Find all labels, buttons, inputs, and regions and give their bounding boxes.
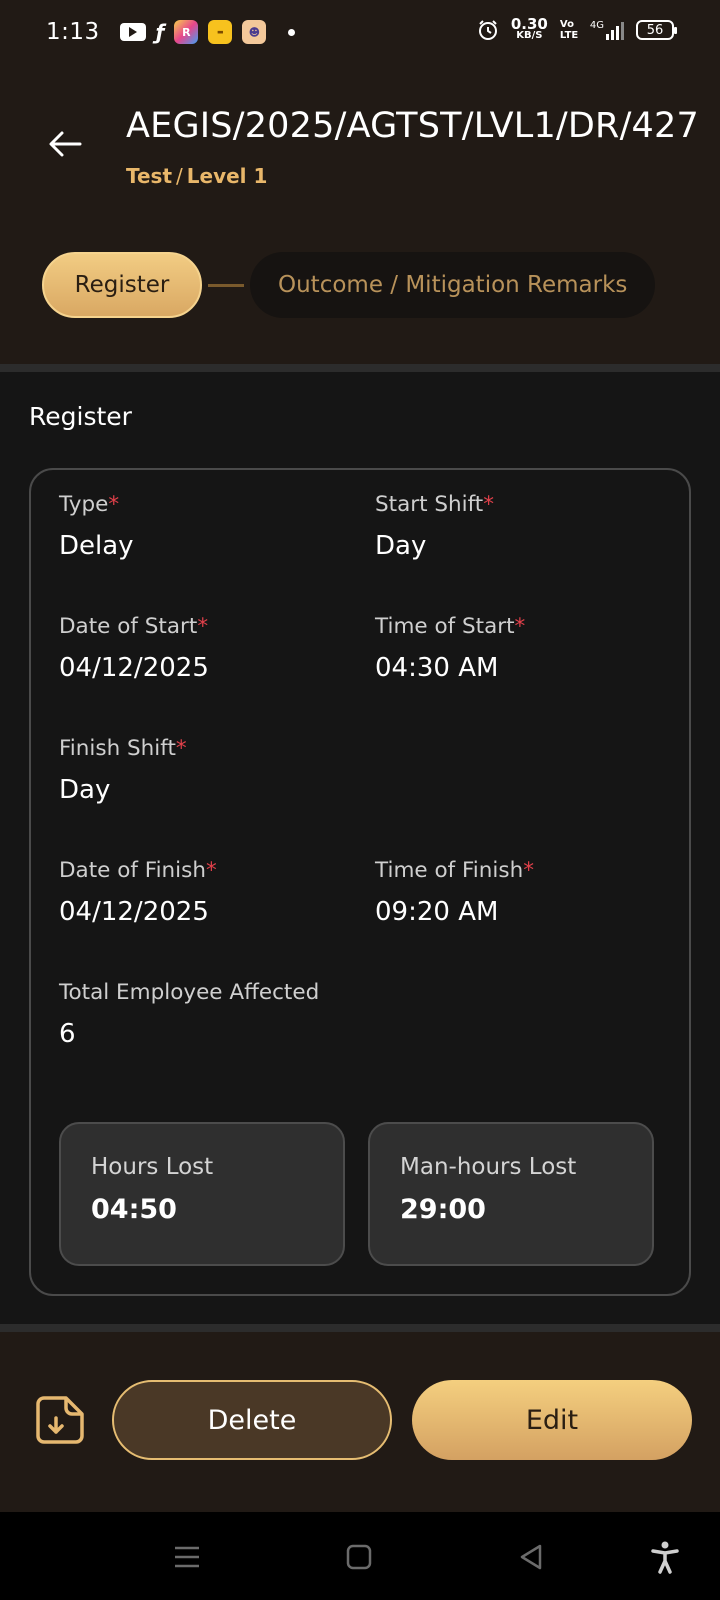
net-speed-unit: KB/S xyxy=(516,30,543,41)
network-type: 4G xyxy=(589,20,604,31)
tab-outcome-mitigation-remarks[interactable]: Outcome / Mitigation Remarks xyxy=(250,252,656,318)
back-arrow-icon[interactable] xyxy=(44,122,88,166)
tab-register[interactable]: Register xyxy=(42,252,202,318)
field-label: Date of Finish* xyxy=(59,858,217,883)
required-marker: * xyxy=(523,858,534,883)
date-of-start-label: Date of Start xyxy=(59,614,198,639)
status-time: 1:13 xyxy=(46,19,100,45)
field-time-of-start: Time of Start* 04:30 AM xyxy=(375,614,525,683)
required-marker: * xyxy=(108,492,120,517)
header-area: 1:13 ƒ R ▬ ☻ 0.30 KB/S Vo LTE 4G 56 AEGI… xyxy=(0,0,720,364)
field-start-shift: Start Shift* Day xyxy=(375,492,494,561)
required-marker: * xyxy=(197,614,209,639)
time-of-finish-label: Time of Finish xyxy=(375,858,524,883)
start-shift-label: Start Shift xyxy=(375,492,484,517)
time-of-finish-value: 09:20 AM xyxy=(375,897,499,927)
breadcrumb-separator: / xyxy=(176,164,183,188)
date-of-start-value: 04/12/2025 xyxy=(59,653,209,683)
status-bar: 1:13 ƒ R ▬ ☻ 0.30 KB/S Vo LTE 4G 56 xyxy=(0,0,720,64)
required-marker: * xyxy=(483,492,494,517)
home-icon[interactable] xyxy=(342,1540,376,1574)
page-title: AEGIS/2025/AGTST/LVL1/DR/427 xyxy=(126,106,699,146)
stepper-connector xyxy=(208,283,244,287)
app-r-icon: R xyxy=(174,20,199,44)
field-finish-shift: Finish Shift* Day xyxy=(59,736,187,805)
man-hours-lost-value: 29:00 xyxy=(400,1194,486,1225)
divider xyxy=(0,364,720,372)
field-type: Type* Delay xyxy=(59,492,134,561)
hours-lost-card: Hours Lost 04:50 xyxy=(59,1122,345,1266)
field-date-of-finish: Date of Finish* 04/12/2025 xyxy=(59,858,217,927)
start-shift-value: Day xyxy=(375,531,427,561)
system-nav-bar xyxy=(0,1512,720,1600)
breadcrumb-project: Test xyxy=(126,164,173,188)
stepper: Register Outcome / Mitigation Remarks xyxy=(42,252,656,318)
total-employee-affected-value: 6 xyxy=(59,1019,76,1049)
divider xyxy=(0,1324,720,1332)
field-label: Type* xyxy=(59,492,134,517)
flipkart-icon: ƒ xyxy=(155,20,165,44)
finish-shift-value: Day xyxy=(59,775,111,805)
type-value: Delay xyxy=(59,531,134,561)
date-of-finish-value: 04/12/2025 xyxy=(59,897,209,927)
alarm-icon xyxy=(478,20,497,40)
signal-icon: 4G xyxy=(590,20,624,40)
net-speed: 0.30 KB/S xyxy=(510,15,548,42)
accessibility-icon[interactable] xyxy=(648,1540,682,1574)
required-marker: * xyxy=(175,736,187,761)
time-of-start-label: Time of Start xyxy=(375,614,515,639)
net-speed-value: 0.30 xyxy=(510,15,548,33)
delete-button[interactable]: Delete xyxy=(112,1380,392,1460)
hours-lost-value: 04:50 xyxy=(91,1194,177,1225)
field-date-of-start: Date of Start* 04/12/2025 xyxy=(59,614,209,683)
field-label: Time of Finish* xyxy=(375,858,534,883)
app-avatar-icon: ☻ xyxy=(242,20,267,44)
field-total-employee-affected: Total Employee Affected 6 xyxy=(59,980,319,1049)
register-card: Type* Delay Start Shift* Day Date of Sta… xyxy=(29,468,691,1296)
battery-icon: 56 xyxy=(636,20,677,40)
youtube-icon xyxy=(119,23,146,41)
hours-lost-label: Hours Lost xyxy=(91,1154,214,1180)
field-label: Start Shift* xyxy=(375,492,494,517)
required-marker: * xyxy=(205,858,217,883)
date-of-finish-label: Date of Finish xyxy=(59,858,206,883)
section-title: Register xyxy=(29,402,132,431)
man-hours-lost-card: Man-hours Lost 29:00 xyxy=(368,1122,654,1266)
app-yellow-icon: ▬ xyxy=(208,20,233,44)
back-icon[interactable] xyxy=(514,1540,548,1574)
man-hours-lost-label: Man-hours Lost xyxy=(400,1154,577,1180)
total-employee-affected-label: Total Employee Affected xyxy=(59,980,320,1005)
field-label: Finish Shift* xyxy=(59,736,187,761)
volte-label: Vo LTE xyxy=(559,19,579,41)
breadcrumb-level: Level 1 xyxy=(186,164,268,188)
field-time-of-finish: Time of Finish* 09:20 AM xyxy=(375,858,534,927)
field-label: Date of Start* xyxy=(59,614,209,639)
menu-icon[interactable] xyxy=(170,1540,204,1574)
file-download-icon[interactable] xyxy=(32,1392,88,1448)
required-marker: * xyxy=(514,614,526,639)
time-of-start-value: 04:30 AM xyxy=(375,653,499,683)
breadcrumb: Test / Level 1 xyxy=(126,164,267,188)
type-label: Type xyxy=(59,492,109,517)
notification-dot xyxy=(288,28,296,36)
edit-button[interactable]: Edit xyxy=(412,1380,692,1460)
action-bar: Delete Edit xyxy=(0,1332,720,1512)
field-label: Time of Start* xyxy=(375,614,525,639)
finish-shift-label: Finish Shift xyxy=(59,736,176,761)
